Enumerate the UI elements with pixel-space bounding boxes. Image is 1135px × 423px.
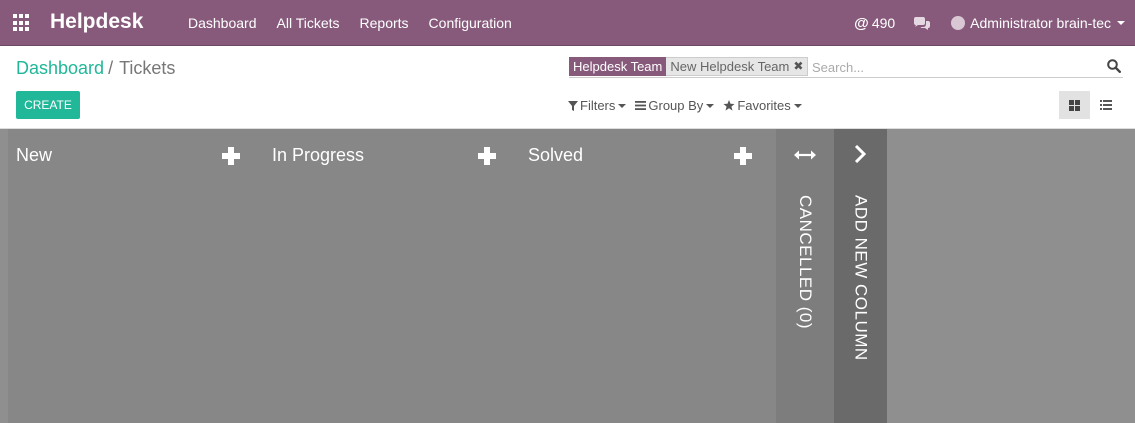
chevron-right-icon[interactable] [854,145,866,163]
kanban-column-new[interactable]: New [8,129,264,423]
plus-icon[interactable] [222,147,240,165]
caret-down-icon [793,103,802,108]
facet-value-label: New Helpdesk Team [670,59,790,74]
favorites-label: Favorites [737,98,791,113]
bars-icon [635,101,647,110]
menu-item-configuration[interactable]: Configuration [419,0,522,46]
breadcrumb-dashboard-link[interactable]: Dashboard [16,58,104,78]
systray: @ 490 Administrator brain-tec [854,0,1135,46]
search-options: Filters Group By Favorites [568,98,811,113]
add-column-label: ADD NEW COLUMN [851,195,871,361]
star-icon [723,100,735,111]
breadcrumb-separator: / [108,58,114,78]
filters-dropdown[interactable]: Filters [568,98,627,113]
mentions-count: 490 [871,15,896,31]
filters-label: Filters [580,98,616,113]
filter-icon [568,100,578,111]
kanban-column-cancelled-folded[interactable]: CANCELLED (0) [776,129,834,423]
caret-down-icon [1117,21,1125,25]
mentions-button[interactable]: @ 490 [854,15,895,32]
kanban-column-solved[interactable]: Solved [520,129,776,423]
group-by-label: Group By [648,98,704,113]
expand-horizontal-icon[interactable] [794,149,816,161]
main-navbar: Helpdesk Dashboard All Tickets Reports C… [0,0,1135,46]
menu-item-all-tickets[interactable]: All Tickets [267,0,350,46]
facet-category: Helpdesk Team [569,57,667,76]
user-menu[interactable]: Administrator brain-tec [951,15,1125,31]
at-sign-icon: @ [854,14,869,32]
top-menu: Dashboard All Tickets Reports Configurat… [178,0,522,46]
create-button[interactable]: CREATE [16,91,80,119]
search-icon[interactable] [1107,59,1121,73]
apps-grid-icon[interactable] [13,14,31,32]
folded-column-title: CANCELLED (0) [796,195,815,330]
column-title: New [16,145,53,165]
menu-item-reports[interactable]: Reports [350,0,419,46]
facet-value: New Helpdesk Team ✖ [666,57,809,76]
plus-icon[interactable] [734,147,752,165]
search-bar: Helpdesk Team New Helpdesk Team ✖ [569,56,1123,78]
app-title[interactable]: Helpdesk [50,10,143,34]
view-switcher [1059,91,1121,119]
kanban-view-icon [1069,99,1080,111]
favorites-dropdown[interactable]: Favorites [723,98,802,113]
control-panel: Dashboard / Tickets CREATE Helpdesk Team N… [0,46,1135,129]
caret-down-icon [706,103,715,108]
add-new-column[interactable]: ADD NEW COLUMN [834,129,887,423]
breadcrumb-current: Tickets [119,58,176,78]
search-facet: Helpdesk Team New Helpdesk Team ✖ [569,57,809,76]
list-view-button[interactable] [1090,91,1121,119]
kanban-view-button[interactable] [1059,91,1090,119]
chat-icon[interactable] [913,16,931,30]
caret-down-icon [618,103,627,108]
kanban-column-in-progress[interactable]: In Progress [264,129,520,423]
remove-facet-icon[interactable]: ✖ [793,57,803,76]
plus-icon[interactable] [478,147,496,165]
column-title: Solved [528,145,584,165]
breadcrumb: Dashboard / Tickets [16,58,175,79]
menu-item-dashboard[interactable]: Dashboard [178,0,267,46]
avatar [951,16,966,30]
group-by-dropdown[interactable]: Group By [635,98,715,113]
kanban-board: New In Progress Solved CANCELLED (0) ADD… [0,129,1135,423]
search-input[interactable] [812,58,1092,76]
list-view-icon [1099,100,1112,110]
column-title: In Progress [272,145,365,165]
user-name: Administrator brain-tec [970,15,1111,31]
